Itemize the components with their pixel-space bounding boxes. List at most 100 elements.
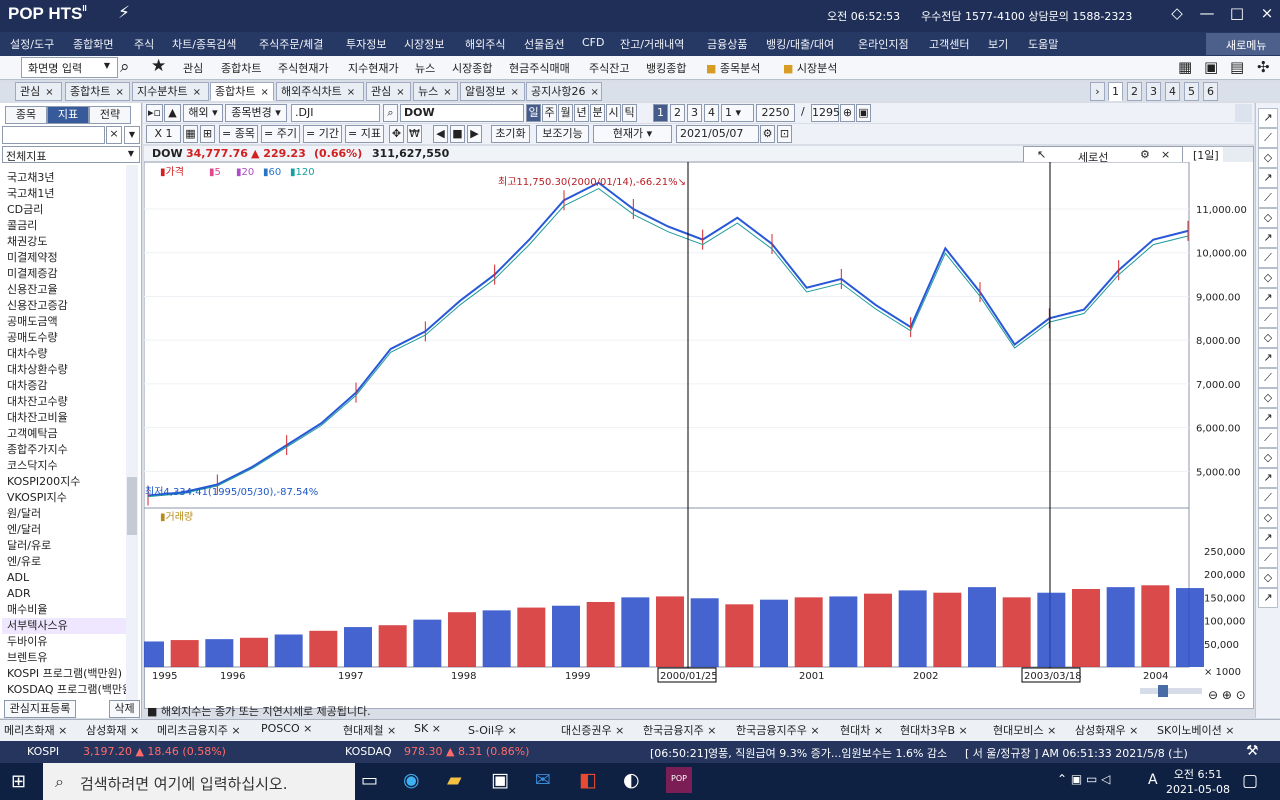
drawing-tool-icon[interactable]: ◇ xyxy=(1258,148,1278,168)
toolbar-market-analysis[interactable]: ■ 시장분석 xyxy=(783,60,837,76)
indicator-item[interactable]: 신용잔고증감 xyxy=(2,298,136,314)
menu-item[interactable]: 금융상품 xyxy=(707,36,747,52)
tab-chart[interactable]: 종합차트 × xyxy=(65,82,130,101)
count-2[interactable]: 2 xyxy=(670,104,685,122)
bottom-stock-tab[interactable]: 메리츠금융지주 × xyxy=(157,722,241,738)
next-icon[interactable]: ▶ xyxy=(467,125,482,143)
drawing-tool-icon[interactable]: ↗ xyxy=(1258,168,1278,188)
tab-scroll-right[interactable]: › xyxy=(1090,82,1105,101)
pop-hts-taskbar-icon[interactable]: POP xyxy=(666,767,692,793)
drawing-tool-icon[interactable]: ⟋ xyxy=(1258,548,1278,568)
drawing-tool-icon[interactable]: ◇ xyxy=(1258,568,1278,588)
toolbar-stock-price[interactable]: 주식현재가 xyxy=(278,60,329,76)
indicator-item[interactable]: 엔/유로 xyxy=(2,554,136,570)
change-select[interactable]: 종목변경 ▾ xyxy=(225,104,287,122)
tray-icons[interactable]: ⌃ ▣ ▭ ◁ ︎ xyxy=(1057,772,1114,786)
tab-page-1[interactable]: 1 xyxy=(1108,82,1123,101)
delete-button[interactable]: 삭제 xyxy=(109,700,140,718)
price-volume-chart[interactable]: 11,000.00 10,000.00 9,000.00 8,000.00 7,000.… xyxy=(144,162,1254,692)
bottom-stock-tab[interactable]: 현대차 × xyxy=(840,722,883,738)
menu-item[interactable]: 뱅킹/대출/대여 xyxy=(766,36,834,52)
indicator-filter-select[interactable]: 전체지표 ▼ xyxy=(2,146,140,163)
menu-item[interactable]: 도움말 xyxy=(1028,36,1058,52)
minimize-button[interactable]: — xyxy=(1191,0,1223,28)
indicator-item[interactable]: 미결제약정 xyxy=(2,250,136,266)
taskbar-search[interactable]: 검색하려면 여기에 입력하십시오. xyxy=(43,763,355,800)
scale-button[interactable]: X 1 xyxy=(146,125,181,143)
close-button[interactable]: × xyxy=(1251,0,1280,28)
toolbar-news[interactable]: 뉴스 xyxy=(415,60,435,76)
indicator-item[interactable]: 대차잔고비율 xyxy=(2,410,136,426)
drawing-tool-icon[interactable]: ◇ xyxy=(1258,508,1278,528)
toolbar-index-price[interactable]: 지수현재가 xyxy=(348,60,399,76)
windows-start-icon[interactable]: ⊞ xyxy=(11,771,26,792)
indicator-item[interactable]: VKOSPI지수 xyxy=(2,490,136,506)
bottom-stock-tab[interactable]: 현대모비스 × xyxy=(993,722,1056,738)
search-icon[interactable]: ⌕ xyxy=(120,57,130,77)
indicator-item[interactable]: 원/달러 xyxy=(2,506,136,522)
indicator-item[interactable]: 미결제증감 xyxy=(2,266,136,282)
market-select[interactable]: 해외 ▾ xyxy=(183,104,223,122)
grid-icon[interactable]: ▦ xyxy=(183,125,198,143)
bottom-stock-tab[interactable]: 대신증권우 × xyxy=(561,722,624,738)
indicator-item[interactable]: 채권강도 xyxy=(2,234,136,250)
count-select[interactable]: 1 ▾ xyxy=(721,104,754,122)
period-week[interactable]: 주 xyxy=(542,104,557,122)
save-icon[interactable]: ▣ xyxy=(856,104,871,122)
indicator-item[interactable]: 달러/유로 xyxy=(2,538,136,554)
drawing-tool-icon[interactable]: ⟋ xyxy=(1258,248,1278,268)
edge-icon[interactable]: ◉ xyxy=(403,769,420,791)
folder-icon[interactable]: ▰ xyxy=(447,769,462,791)
indicator-item[interactable]: 종합주가지수 xyxy=(2,442,136,458)
app-icon[interactable]: ◐ xyxy=(623,769,640,791)
tab-notice[interactable]: 공지사항26 × xyxy=(526,82,602,101)
period-button[interactable]: = 주기 xyxy=(261,125,300,143)
window-restore-icon[interactable] xyxy=(1235,104,1252,122)
bottom-stock-tab[interactable]: S-Oil우 × xyxy=(468,722,517,738)
drawing-tool-icon[interactable]: ↗ xyxy=(1258,348,1278,368)
arrow-icon[interactable]: ◇ xyxy=(1161,0,1193,28)
menu-item[interactable]: 고객센터 xyxy=(929,36,969,52)
indicator-item[interactable]: 코스닥지수 xyxy=(2,458,136,474)
menu-item[interactable]: 온라인지점 xyxy=(858,36,909,52)
period-tick[interactable]: 틱 xyxy=(622,104,637,122)
bottom-stock-tab[interactable]: 현대제철 × xyxy=(343,722,396,738)
indicator-item[interactable]: 국고채3년 xyxy=(2,170,136,186)
menu-item[interactable]: 잔고/거래내역 xyxy=(620,36,684,52)
add-icon[interactable]: ⊕ xyxy=(840,104,855,122)
scale-icon[interactable]: ⊞ xyxy=(200,125,215,143)
period-hour[interactable]: 시 xyxy=(606,104,621,122)
tab-chart-active[interactable]: 종합차트 × xyxy=(210,82,274,101)
sidebar-search-input[interactable] xyxy=(2,126,105,144)
menu-item[interactable]: 시장정보 xyxy=(404,36,444,52)
drawing-tool-icon[interactable]: ↗ xyxy=(1258,588,1278,608)
maximize-button[interactable]: □ xyxy=(1221,0,1253,28)
up-arrow-icon[interactable]: ▲ xyxy=(164,104,181,122)
dropdown-icon[interactable]: ▼ xyxy=(124,126,140,144)
indicator-item[interactable]: 공매도수량 xyxy=(2,330,136,346)
chart-window-controls[interactable] xyxy=(1223,147,1253,162)
toolbar-banking[interactable]: 뱅킹종합 xyxy=(646,60,686,76)
indicator-item[interactable]: 공매도금액 xyxy=(2,314,136,330)
indicator-item[interactable]: 두바이유 xyxy=(2,634,136,650)
tab-alerts[interactable]: 알림정보 × xyxy=(460,82,525,101)
indicator-item[interactable]: 브렌트유 xyxy=(2,650,136,666)
bottom-stock-tab[interactable]: 삼성화재 × xyxy=(86,722,139,738)
move-icon[interactable]: ✥ xyxy=(389,125,404,143)
drawing-tool-icon[interactable]: ↗ xyxy=(1258,468,1278,488)
indicator-item[interactable]: KOSPI200지수 xyxy=(2,474,136,490)
tab-overseas-chart[interactable]: 해외주식차트 × xyxy=(276,82,364,101)
drawing-tool-icon[interactable]: ⟋ xyxy=(1258,428,1278,448)
drawing-tool-icon[interactable]: ↗ xyxy=(1258,528,1278,548)
drawing-tool-icon[interactable]: ↗ xyxy=(1258,288,1278,308)
settings-icon[interactable]: ✣ xyxy=(1257,58,1270,76)
indicator-button[interactable]: = 지표 xyxy=(345,125,384,143)
indicator-list[interactable]: 국고채3년 국고채1년 CD금리 콜금리 채권강도 미결제약정 미결제증감 신용잔고율 신용잔고… xyxy=(2,170,136,782)
monitor-icon[interactable]: ▣ xyxy=(1204,58,1218,76)
indicator-item[interactable]: 신용잔고율 xyxy=(2,282,136,298)
star-icon[interactable]: ★ xyxy=(151,56,166,76)
drawing-tool-icon[interactable]: ⟋ xyxy=(1258,308,1278,328)
indicator-item[interactable]: CD금리 xyxy=(2,202,136,218)
toolbar-balance[interactable]: 주식잔고 xyxy=(589,60,629,76)
symbol-code-input[interactable]: .DJI xyxy=(291,104,380,122)
